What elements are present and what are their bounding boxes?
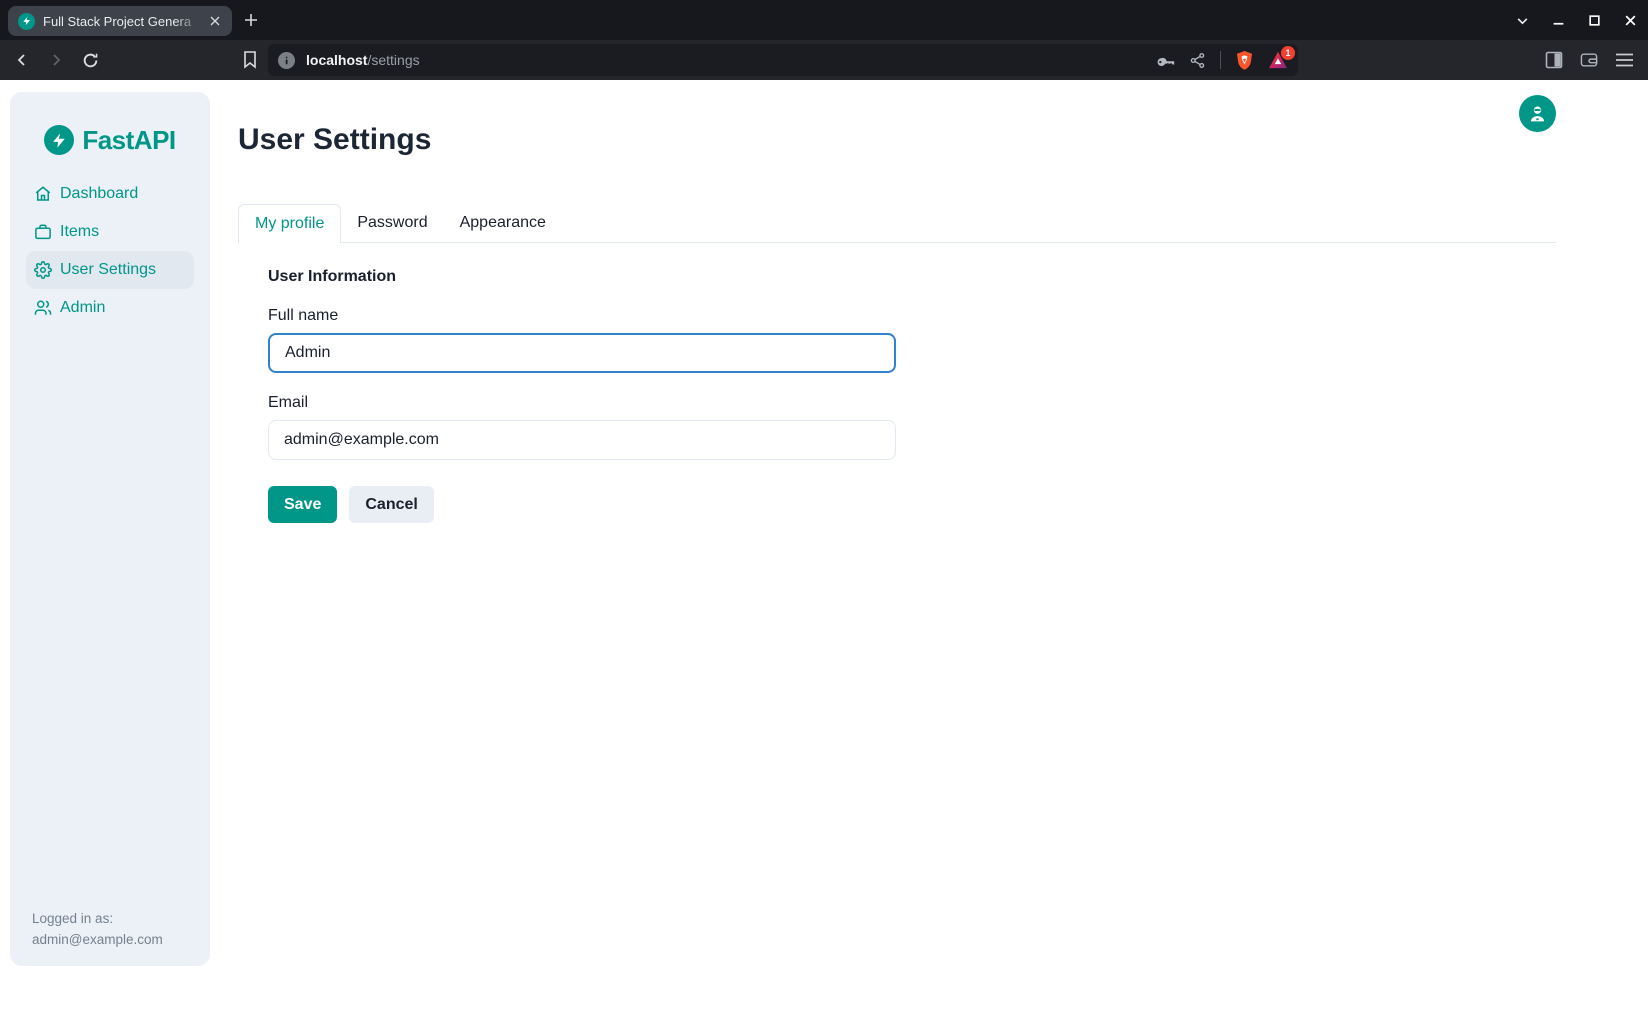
tab-title: Full Stack Project Genera xyxy=(43,14,202,29)
full-name-label: Full name xyxy=(268,307,896,325)
password-key-icon[interactable] xyxy=(1156,51,1175,70)
forward-icon[interactable] xyxy=(46,50,66,70)
sidebar-item-user-settings[interactable]: User Settings xyxy=(26,251,194,289)
sidebar-item-items[interactable]: Items xyxy=(26,213,194,251)
sidebar-item-label: Admin xyxy=(60,299,105,317)
browser-navbar: localhost/settings 1 xyxy=(0,40,1648,80)
logged-in-email: admin@example.com xyxy=(32,929,163,950)
reload-icon[interactable] xyxy=(80,50,100,70)
url-bar[interactable]: localhost/settings 1 xyxy=(268,44,1298,76)
url-divider xyxy=(1220,51,1221,69)
user-avatar-icon xyxy=(1527,103,1548,124)
cancel-button[interactable]: Cancel xyxy=(349,486,433,523)
main-area: User Settings My profile Password Appear… xyxy=(238,80,1556,1025)
app-content: FastAPI Dashboard Items User Settings xyxy=(0,80,1648,1025)
logged-in-as-label: Logged in as: xyxy=(32,908,163,929)
settings-tabs: My profile Password Appearance xyxy=(238,205,1556,243)
home-icon xyxy=(34,185,52,203)
save-button[interactable]: Save xyxy=(268,486,337,523)
url-path: /settings xyxy=(367,52,419,68)
back-icon[interactable] xyxy=(12,50,32,70)
bookmark-icon[interactable] xyxy=(242,50,258,69)
full-name-input[interactable] xyxy=(268,333,896,373)
fastapi-favicon-icon xyxy=(18,13,35,30)
tab-close-icon[interactable] xyxy=(206,12,224,30)
email-label: Email xyxy=(268,394,896,412)
window-chevron-down-icon[interactable] xyxy=(1514,12,1530,28)
new-tab-icon[interactable] xyxy=(242,11,260,29)
tab-title-fade xyxy=(174,14,202,29)
url-text: localhost/settings xyxy=(306,52,1156,68)
fastapi-logo: FastAPI xyxy=(10,92,210,155)
sidebar-item-label: User Settings xyxy=(60,261,156,279)
sidebar-item-label: Dashboard xyxy=(60,185,138,203)
site-info-icon[interactable] xyxy=(278,52,295,69)
tab-password[interactable]: Password xyxy=(341,204,443,242)
sidebar-item-dashboard[interactable]: Dashboard xyxy=(26,175,194,213)
brave-rewards-icon[interactable]: 1 xyxy=(1268,51,1288,69)
profile-panel: User Information Full name Email Save Ca… xyxy=(268,268,896,523)
gear-icon xyxy=(34,261,52,279)
fastapi-logo-icon xyxy=(44,125,74,155)
users-icon xyxy=(34,299,52,317)
browser-titlebar: Full Stack Project Genera xyxy=(0,0,1648,40)
url-host: localhost xyxy=(306,52,367,68)
browser-tab[interactable]: Full Stack Project Genera xyxy=(8,6,232,36)
sidebar-panel-icon[interactable] xyxy=(1545,51,1563,69)
email-input[interactable] xyxy=(268,420,896,460)
window-close-icon[interactable] xyxy=(1622,12,1638,28)
tab-my-profile[interactable]: My profile xyxy=(238,204,341,243)
sidebar: FastAPI Dashboard Items User Settings xyxy=(10,92,210,966)
window-maximize-icon[interactable] xyxy=(1586,12,1602,28)
sidebar-item-admin[interactable]: Admin xyxy=(26,289,194,327)
share-icon[interactable] xyxy=(1189,52,1206,69)
form-actions: Save Cancel xyxy=(268,486,896,523)
sidebar-footer: Logged in as: admin@example.com xyxy=(32,908,163,950)
rewards-badge: 1 xyxy=(1281,46,1295,60)
sidebar-item-label: Items xyxy=(60,223,99,241)
window-minimize-icon[interactable] xyxy=(1550,12,1566,28)
tab-appearance[interactable]: Appearance xyxy=(444,204,562,242)
brave-shield-icon[interactable] xyxy=(1235,50,1254,71)
fastapi-logo-text: FastAPI xyxy=(82,125,175,156)
page-title: User Settings xyxy=(238,123,431,157)
menu-hamburger-icon[interactable] xyxy=(1615,52,1634,68)
wallet-icon[interactable] xyxy=(1580,52,1598,68)
user-avatar-button[interactable] xyxy=(1519,95,1556,132)
sidebar-nav: Dashboard Items User Settings Admin xyxy=(10,175,210,327)
briefcase-icon xyxy=(34,223,52,241)
section-title: User Information xyxy=(268,268,896,286)
